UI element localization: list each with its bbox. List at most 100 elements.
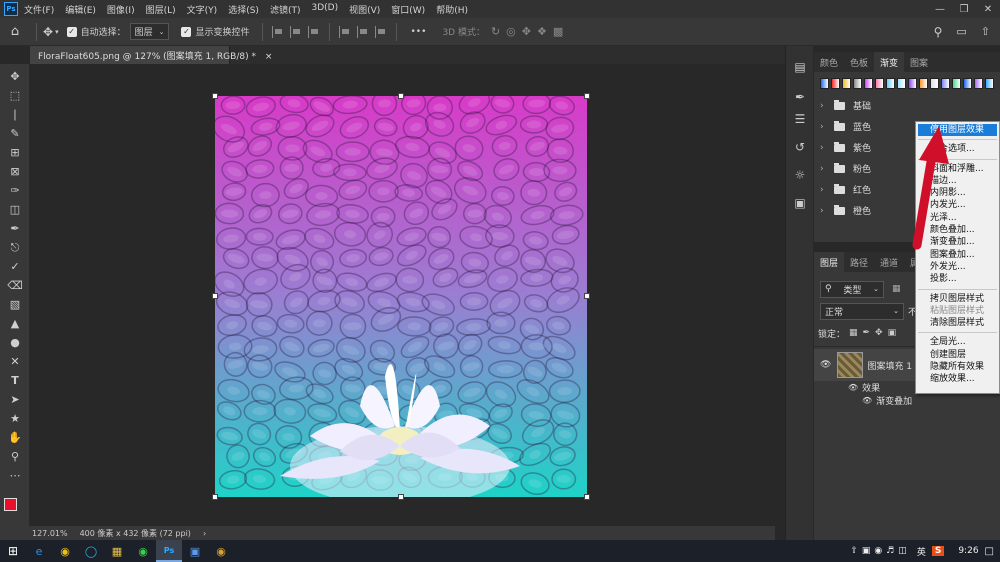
status-menu-arrow[interactable]: › <box>203 529 206 538</box>
eraser-icon[interactable]: ⌫ <box>0 276 30 295</box>
path-select-icon[interactable]: ➤ <box>0 390 30 409</box>
chevron-right-icon[interactable]: › <box>820 185 830 195</box>
lasso-tool-icon[interactable]: ❘ <box>0 105 30 124</box>
context-menu-item[interactable]: 清除图层样式 <box>916 317 999 329</box>
effect-item-row[interactable]: 👁 渐变叠加 <box>814 394 1000 407</box>
input-method-indicator[interactable]: 英 <box>917 545 926 558</box>
app-icon[interactable]: ◉ <box>208 540 234 562</box>
app-icon[interactable]: ▣ <box>182 540 208 562</box>
panel-tab[interactable]: 色板 <box>844 52 874 72</box>
gradient-swatch[interactable] <box>875 78 884 89</box>
panel-tab[interactable]: 图案 <box>904 52 934 72</box>
file-explorer-icon[interactable]: ▦ <box>104 540 130 562</box>
adjustments-icon[interactable]: ☰ <box>786 108 814 130</box>
restore-icon[interactable]: ❐ <box>952 4 976 15</box>
sogou-ime-icon[interactable]: S <box>931 546 945 556</box>
chevron-right-icon[interactable]: › <box>820 122 830 132</box>
menu-item[interactable]: 文字(Y) <box>187 3 218 16</box>
transform-handle[interactable] <box>584 93 590 99</box>
panel-tab[interactable]: 路径 <box>844 252 874 272</box>
wechat-icon[interactable]: ◉ <box>130 540 156 562</box>
marquee-tool-icon[interactable]: ⬚ <box>0 86 30 105</box>
gradient-swatch[interactable] <box>831 78 840 89</box>
zoom-level[interactable]: 127.01% <box>32 529 68 538</box>
visibility-eye-icon[interactable]: 👁 <box>862 396 872 405</box>
learn-icon[interactable]: ☼ <box>786 164 814 186</box>
chevron-right-icon[interactable]: › <box>820 164 830 174</box>
show-transform-checkbox[interactable]: ✓ <box>181 26 192 37</box>
align-right-icon[interactable] <box>307 25 320 38</box>
menu-item[interactable]: 帮助(H) <box>436 3 468 16</box>
blur-tool-icon[interactable]: ▲ <box>0 314 30 333</box>
menu-item[interactable]: 图像(I) <box>107 3 135 16</box>
align-center-icon[interactable] <box>289 25 302 38</box>
gradient-swatch[interactable] <box>820 78 829 89</box>
gradient-folder[interactable]: › 基础 <box>814 95 1000 116</box>
more-tools-icon[interactable]: ⋯ <box>0 466 30 485</box>
transform-handle[interactable] <box>584 494 590 500</box>
gradient-swatch[interactable] <box>886 78 895 89</box>
panel-tab[interactable]: 颜色 <box>814 52 844 72</box>
history-icon[interactable]: ↺ <box>786 136 814 158</box>
crop-tool-icon[interactable]: ⊞ <box>0 143 30 162</box>
visibility-eye-icon[interactable]: 👁 <box>820 360 831 370</box>
brush-tool-icon[interactable]: ✒ <box>0 219 30 238</box>
artwork-canvas[interactable] <box>215 96 587 497</box>
chevron-right-icon[interactable]: › <box>820 143 830 153</box>
menu-item[interactable]: 滤镜(T) <box>270 3 301 16</box>
align-bottom-icon[interactable] <box>374 25 387 38</box>
pen-tool-icon[interactable]: ✕ <box>0 352 30 371</box>
align-left-icon[interactable] <box>271 25 284 38</box>
gradient-swatch[interactable] <box>941 78 950 89</box>
workspace-icon[interactable]: ▭ <box>956 25 966 38</box>
stamp-tool-icon[interactable]: ⎋ <box>0 238 30 257</box>
chrome-icon[interactable]: ◉ <box>52 540 78 562</box>
context-menu-item[interactable]: 缩放效果... <box>916 373 999 385</box>
transform-handle[interactable] <box>212 93 218 99</box>
align-middle-icon[interactable] <box>356 25 369 38</box>
layer-filter-dropdown[interactable]: ⚲ 类型 ⌄ <box>820 280 884 298</box>
align-top-icon[interactable] <box>338 25 351 38</box>
panel-tab[interactable]: 渐变 <box>874 52 905 72</box>
quick-select-icon[interactable]: ✎ <box>0 124 30 143</box>
menu-item[interactable]: 图层(L) <box>146 3 176 16</box>
properties-icon[interactable]: ▣ <box>786 192 814 214</box>
shape-tool-icon[interactable]: ★ <box>0 409 30 428</box>
move-tool-icon[interactable]: ✥ <box>43 25 53 39</box>
ie-browser-icon[interactable]: e <box>26 540 52 562</box>
close-icon[interactable]: ✕ <box>976 4 1000 15</box>
dodge-tool-icon[interactable]: ● <box>0 333 30 352</box>
gradient-swatch[interactable] <box>952 78 961 89</box>
gradient-swatch[interactable] <box>853 78 862 89</box>
gradient-tool-icon[interactable]: ▧ <box>0 295 30 314</box>
auto-select-checkbox[interactable]: ✓ <box>66 26 77 37</box>
history-brush-icon[interactable]: ✓ <box>0 257 30 276</box>
lock-icons[interactable]: ▦✒✥▣ <box>849 328 901 338</box>
frame-tool-icon[interactable]: ⊠ <box>0 162 30 181</box>
document-tab[interactable]: FloraFloat605.png @ 127% (图案填充 1, RGB/8)… <box>30 46 272 64</box>
more-options-button[interactable]: ••• <box>411 27 427 37</box>
healing-brush-icon[interactable]: ◫ <box>0 200 30 219</box>
filter-image-icon[interactable]: ▦ <box>892 284 901 294</box>
edge-icon[interactable]: ◯ <box>78 540 104 562</box>
panel-tab[interactable]: 图层 <box>814 252 845 272</box>
chevron-right-icon[interactable]: › <box>820 206 830 216</box>
share-icon[interactable]: ⇧ <box>981 25 990 38</box>
libraries-icon[interactable]: ▤ <box>786 56 814 78</box>
gradient-swatch[interactable] <box>919 78 928 89</box>
type-tool-icon[interactable]: T <box>0 371 30 390</box>
minimize-icon[interactable]: — <box>928 4 952 15</box>
home-icon[interactable]: ⌂ <box>0 24 30 39</box>
photoshop-taskbar-icon[interactable]: Ps <box>156 540 182 562</box>
menu-item[interactable]: 窗口(W) <box>391 3 425 16</box>
brush-settings-icon[interactable]: ✒ <box>786 86 814 108</box>
context-menu-item[interactable]: 外发光... <box>916 261 999 273</box>
move-tool-icon[interactable]: ✥ <box>0 67 30 86</box>
context-menu-item[interactable]: 图案叠加... <box>916 249 999 261</box>
transform-handle[interactable] <box>212 494 218 500</box>
panel-tab[interactable]: 通道 <box>874 252 904 272</box>
search-icon[interactable]: ⚲ <box>934 25 943 39</box>
gradient-swatch[interactable] <box>897 78 906 89</box>
context-menu-item[interactable]: 创建图层 <box>916 349 999 361</box>
menu-item[interactable]: 3D(D) <box>311 3 338 16</box>
